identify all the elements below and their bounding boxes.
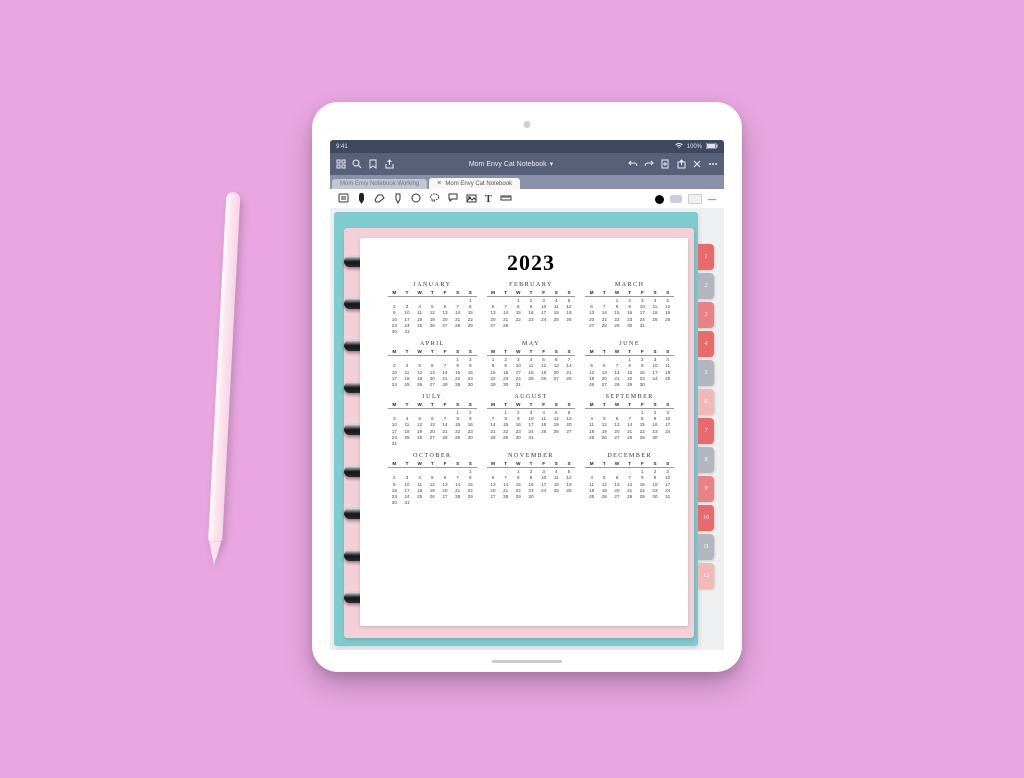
month-april: APRILMTWTFSS1234567891011121314151617181…	[388, 341, 477, 388]
month-tab-12[interactable]: 12	[698, 563, 714, 589]
wifi-icon	[675, 143, 683, 151]
drawing-toolbar: T —	[330, 189, 724, 210]
month-name: FEBRUARY	[487, 282, 576, 288]
month-tab-1[interactable]: 1	[698, 244, 714, 270]
month-tab-4[interactable]: 4	[698, 331, 714, 357]
text-icon[interactable]: T	[485, 194, 492, 205]
status-time: 9:41	[336, 144, 348, 150]
add-page-icon[interactable]	[660, 159, 670, 169]
month-name: JULY	[388, 394, 477, 400]
month-tab-3[interactable]: 3	[698, 302, 714, 328]
shape-icon[interactable]	[411, 193, 421, 205]
share-icon[interactable]	[384, 159, 394, 169]
month-august: AUGUSTMTWTFSS123456789101112131415161718…	[487, 394, 576, 447]
month-may: MAYMTWTFSS123456789101112131415161718192…	[487, 341, 576, 388]
month-march: MARCHMTWTFSS1234567891011121314151617181…	[585, 282, 674, 335]
redo-icon[interactable]	[644, 160, 654, 168]
app-navbar: Mom Envy Cat Notebook ▾	[330, 153, 724, 175]
month-october: OCTOBERMTWTFSS12345678910111213141516171…	[388, 453, 477, 506]
close-icon[interactable]	[692, 160, 702, 168]
grid-icon[interactable]	[336, 159, 346, 169]
camera-dot	[524, 121, 531, 128]
home-indicator	[492, 660, 562, 663]
month-tabs: 123456789101112	[698, 244, 714, 589]
search-icon[interactable]	[352, 159, 362, 169]
scene: 9:41 100% Mom Envy Cat No	[0, 0, 1024, 778]
lasso-icon[interactable]	[429, 193, 440, 205]
month-november: NOVEMBERMTWTFSS1234567891011121314151617…	[487, 453, 576, 506]
image-icon[interactable]	[466, 194, 477, 205]
month-name: AUGUST	[487, 394, 576, 400]
month-tab-11[interactable]: 11	[698, 534, 714, 560]
month-tab-6[interactable]: 6	[698, 389, 714, 415]
calendar-grid: JANUARYMTWTFSS12345678910111213141516171…	[388, 282, 674, 506]
month-july: JULYMTWTFSS12345678910111213141516171819…	[388, 394, 477, 447]
read-icon[interactable]	[338, 193, 349, 205]
tab-close-icon[interactable]: ×	[437, 180, 441, 187]
month-june: JUNEMTWTFSS12345678910111213141516171819…	[585, 341, 674, 388]
bookmark-icon[interactable]	[368, 159, 378, 169]
battery-label: 100%	[687, 144, 702, 150]
eraser-icon[interactable]	[374, 194, 385, 205]
month-tab-9[interactable]: 9	[698, 476, 714, 502]
battery-icon	[706, 143, 718, 151]
tab-strip: Mom Envy Notebook Working × Mom Envy Cat…	[330, 175, 724, 189]
comment-icon[interactable]	[448, 193, 458, 205]
month-september: SEPTEMBERMTWTFSS123456789101112131415161…	[585, 394, 674, 447]
tab-inactive[interactable]: Mom Envy Notebook Working	[332, 179, 427, 189]
month-tab-5[interactable]: 5	[698, 360, 714, 386]
document-title[interactable]: Mom Envy Cat Notebook ▾	[400, 160, 622, 168]
screen: 9:41 100% Mom Envy Cat No	[330, 140, 724, 650]
color-swatch-gray[interactable]	[670, 195, 682, 203]
document-canvas[interactable]: 123456789101112 2023 JANUARYMTWTFSS12345…	[330, 208, 724, 650]
month-name: OCTOBER	[388, 453, 477, 459]
month-name: MAY	[487, 341, 576, 347]
year-title: 2023	[388, 250, 674, 276]
month-january: JANUARYMTWTFSS12345678910111213141516171…	[388, 282, 477, 335]
tab-active[interactable]: × Mom Envy Cat Notebook	[429, 178, 520, 189]
ipad-device: 9:41 100% Mom Envy Cat No	[312, 102, 742, 672]
color-swatch-light[interactable]	[688, 194, 702, 204]
month-name: SEPTEMBER	[585, 394, 674, 400]
more-icon[interactable]	[708, 162, 718, 166]
month-december: DECEMBERMTWTFSS1234567891011121314151617…	[585, 453, 674, 506]
month-february: FEBRUARYMTWTFSS1234567891011121314151617…	[487, 282, 576, 335]
stroke-width-icon[interactable]: —	[708, 195, 716, 204]
month-name: DECEMBER	[585, 453, 674, 459]
month-tab-2[interactable]: 2	[698, 273, 714, 299]
month-tab-10[interactable]: 10	[698, 505, 714, 531]
month-tab-7[interactable]: 7	[698, 418, 714, 444]
month-name: JUNE	[585, 341, 674, 347]
month-name: APRIL	[388, 341, 477, 347]
status-bar: 9:41 100%	[330, 140, 724, 153]
undo-icon[interactable]	[628, 160, 638, 168]
month-name: MARCH	[585, 282, 674, 288]
month-tab-8[interactable]: 8	[698, 447, 714, 473]
month-name: NOVEMBER	[487, 453, 576, 459]
planner-page: 2023 JANUARYMTWTFSS123456789101112131415…	[360, 238, 688, 626]
chevron-down-icon: ▾	[550, 160, 554, 168]
highlighter-icon[interactable]	[393, 193, 403, 206]
pen-icon[interactable]	[357, 193, 366, 206]
color-swatch-black[interactable]	[655, 195, 664, 204]
apple-pencil	[206, 192, 243, 592]
month-name: JANUARY	[388, 282, 477, 288]
ruler-icon[interactable]	[500, 194, 512, 204]
export-icon[interactable]	[676, 159, 686, 169]
